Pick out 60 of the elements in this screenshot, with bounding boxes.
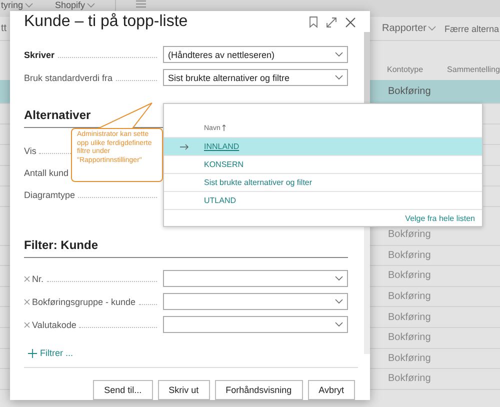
menu-item[interactable]: tyring (1, 0, 34, 10)
lookup-item[interactable]: KONSERN (204, 160, 244, 169)
table-cell: Bokføring (388, 250, 431, 261)
close-icon[interactable] (345, 16, 356, 28)
filter-field[interactable] (163, 293, 348, 310)
dialog-button[interactable]: Skriv ut (158, 380, 210, 400)
plus-icon (28, 348, 37, 358)
remove-filter-icon[interactable] (24, 276, 30, 282)
chevron-down-icon (335, 52, 343, 57)
expand-icon[interactable] (326, 16, 337, 28)
field-label: Bruk standardverdi fra (24, 72, 113, 82)
table-cell: Bokføring (388, 332, 431, 344)
table-cell: Bokføring (388, 86, 431, 97)
toolbar-item[interactable]: tt (1, 23, 7, 34)
sort-ascending-icon (222, 124, 226, 131)
field-label: Diagramtype (24, 190, 76, 200)
arrow-right-icon (180, 144, 188, 150)
table-cell: Bokføring (388, 352, 431, 364)
filter-field[interactable] (163, 270, 348, 287)
remove-filter-icon[interactable] (24, 322, 30, 328)
dropdown-field[interactable]: Sist brukte alternativer og filtre (163, 69, 348, 86)
filter-label: Bokføringsgruppe - kunde (32, 296, 136, 306)
section-title: Filter: Kunde (24, 238, 98, 252)
filter-label: Valutakode (32, 320, 76, 330)
menu-item[interactable]: Shopify (55, 0, 96, 10)
chevron-down-icon (25, 2, 34, 8)
dialog-button[interactable]: Avbryt (308, 380, 355, 400)
bookmark-icon[interactable] (309, 16, 318, 28)
column-header[interactable]: Kontotype (387, 65, 424, 74)
fewer-options-button[interactable]: Færre alterna (444, 24, 499, 34)
add-filter-link[interactable]: Filtrer ... (28, 348, 73, 358)
field-label: Skriver (24, 50, 55, 60)
field-label: Antall kund (24, 168, 69, 178)
select-from-full-list-link[interactable]: Velge fra hele listen (405, 214, 475, 223)
chevron-down-icon (335, 75, 343, 80)
table-cell: Bokføring (388, 229, 431, 240)
dialog-button[interactable]: Send til... (93, 380, 153, 400)
remove-filter-icon[interactable] (24, 298, 30, 304)
lookup-item[interactable]: UTLAND (204, 196, 236, 205)
section-title: Alternativer (24, 108, 91, 122)
table-cell: Bokføring (388, 291, 431, 302)
actions-menu[interactable]: Rapporter (382, 23, 436, 34)
chevron-down-icon (335, 322, 343, 327)
filter-label: Nr. (32, 274, 44, 284)
dialog-button[interactable]: Forhåndsvisning (214, 380, 303, 400)
table-cell: Bokføring (388, 270, 431, 282)
menu-icon[interactable] (136, 0, 146, 8)
lookup-item[interactable]: Sist brukte alternativer og filter (204, 178, 312, 187)
chevron-down-icon (335, 299, 343, 304)
chevron-down-icon (428, 26, 436, 31)
dialog-title: Kunde – ti på topp-liste (24, 13, 189, 31)
filter-field[interactable] (163, 316, 348, 333)
field-label: Vis (24, 146, 36, 156)
table-cell: Bokføring (388, 373, 431, 384)
column-header[interactable]: Sammentelling (447, 65, 500, 74)
dropdown-field[interactable]: (Håndteres av nettleseren) (163, 46, 348, 63)
lookup-item[interactable]: INNLAND (204, 142, 240, 151)
chevron-down-icon (87, 2, 96, 8)
table-cell: Bokføring (388, 312, 431, 323)
chevron-down-icon (335, 276, 343, 281)
